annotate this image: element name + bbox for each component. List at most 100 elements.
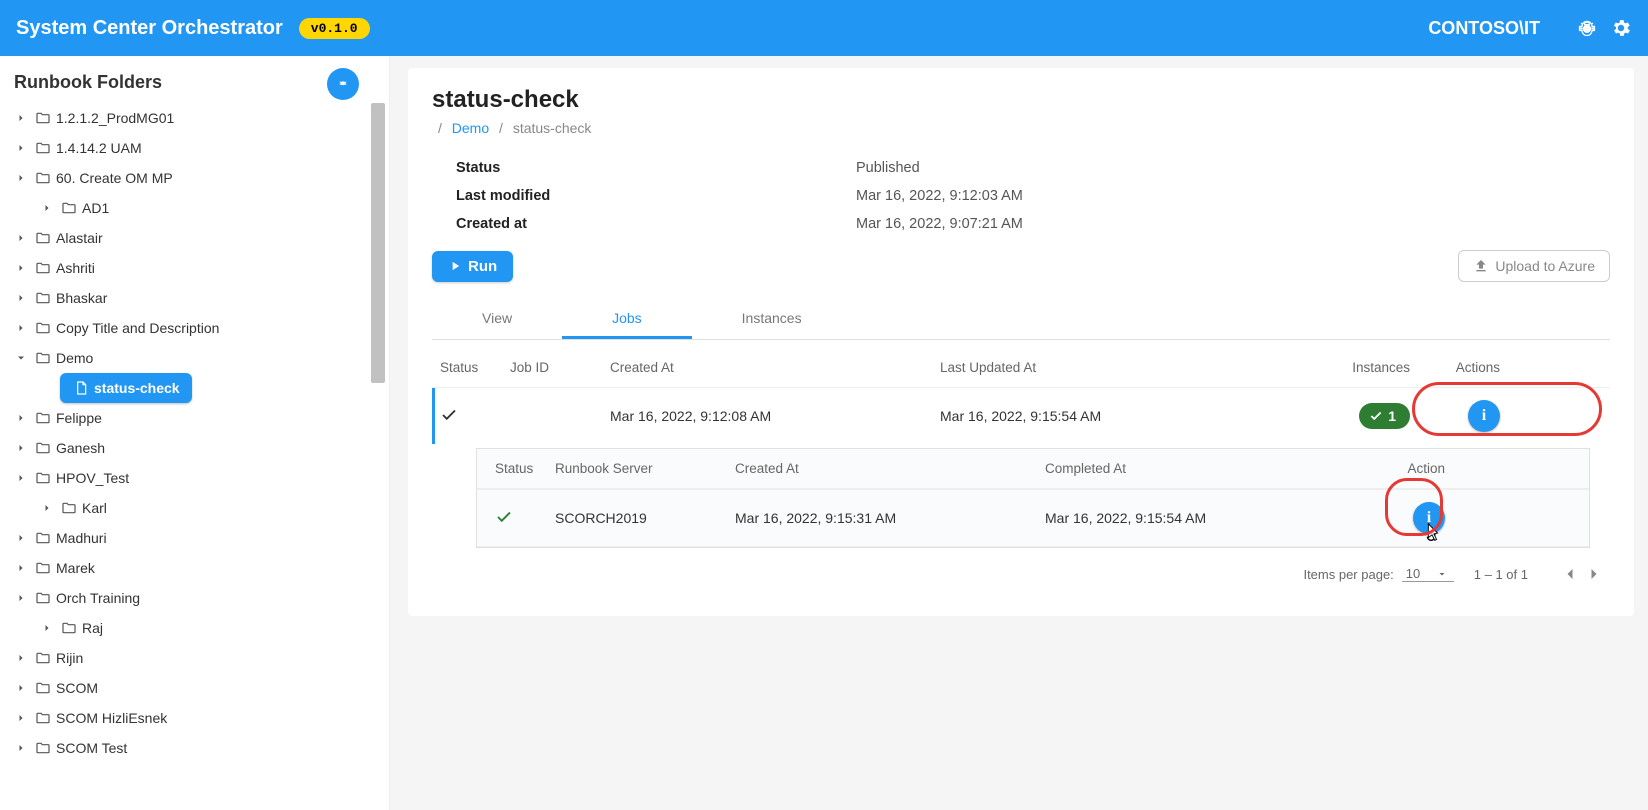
sidebar-item[interactable]: Orch Training [10, 583, 389, 613]
sub-table-row[interactable]: SCORCH2019 Mar 16, 2022, 9:15:31 AM Mar … [477, 489, 1589, 547]
tab-view[interactable]: View [432, 298, 562, 339]
top-bar: System Center Orchestrator v0.1.0 CONTOS… [0, 0, 1648, 56]
sidebar-item[interactable]: SCOM HizliEsnek [10, 703, 389, 733]
folder-icon [34, 739, 52, 757]
sidebar-item[interactable]: AD1 [10, 193, 389, 223]
page-size-select[interactable]: 10 [1402, 566, 1454, 582]
expander-icon[interactable] [12, 529, 30, 547]
expander-icon[interactable] [12, 229, 30, 247]
expander-icon[interactable] [12, 739, 30, 757]
folder-tree: 1.2.1.2_ProdMG011.4.14.2 UAM60. Create O… [10, 103, 389, 763]
checkmark-icon [495, 508, 555, 529]
expander-icon[interactable] [12, 649, 30, 667]
lastmod-value: Mar 16, 2022, 9:12:03 AM [856, 188, 1023, 204]
expander-icon[interactable] [12, 319, 30, 337]
expander-icon[interactable] [12, 109, 30, 127]
sidebar-item[interactable]: SCOM Test [10, 733, 389, 763]
folder-icon [34, 589, 52, 607]
sidebar-item[interactable]: Madhuri [10, 523, 389, 553]
page-title: status-check [432, 86, 1610, 114]
bug-icon[interactable] [1576, 17, 1598, 39]
runbook-properties: StatusPublished Last modifiedMar 16, 202… [456, 154, 1610, 238]
run-button-label: Run [468, 258, 497, 275]
info-button[interactable]: i [1413, 502, 1445, 534]
breadcrumb-parent[interactable]: Demo [452, 120, 489, 136]
folder-icon [34, 349, 52, 367]
upload-azure-button[interactable]: Upload to Azure [1458, 250, 1610, 282]
sidebar-item[interactable]: Alastair [10, 223, 389, 253]
expander-icon[interactable] [12, 559, 30, 577]
col-instances: Instances [1352, 360, 1410, 375]
expander-icon[interactable] [12, 169, 30, 187]
expander-icon[interactable] [12, 589, 30, 607]
tabs: View Jobs Instances [432, 298, 1610, 340]
breadcrumb-current: status-check [513, 120, 592, 136]
folder-icon [60, 199, 78, 217]
col-actions: Actions [1456, 360, 1500, 375]
info-button[interactable]: i [1468, 400, 1500, 432]
created-label: Created at [456, 216, 856, 232]
sidebar-item[interactable]: Bhaskar [10, 283, 389, 313]
next-page-button[interactable] [1584, 564, 1604, 584]
breadcrumb: / Demo / status-check [432, 120, 1610, 136]
prev-page-button[interactable] [1560, 564, 1580, 584]
sidebar-item[interactable]: 1.2.1.2_ProdMG01 [10, 103, 389, 133]
upload-azure-label: Upload to Azure [1495, 258, 1595, 274]
expander-icon[interactable] [12, 679, 30, 697]
sidebar-item-selected[interactable]: status-check [10, 373, 389, 403]
expander-icon[interactable] [12, 409, 30, 427]
expander-icon[interactable] [12, 139, 30, 157]
tab-instances[interactable]: Instances [692, 298, 852, 339]
sidebar-item[interactable]: Raj [10, 613, 389, 643]
folder-icon [34, 229, 52, 247]
sidebar-item[interactable]: 60. Create OM MP [10, 163, 389, 193]
sidebar-item[interactable]: Ashriti [10, 253, 389, 283]
sidebar-item[interactable]: Marek [10, 553, 389, 583]
sidebar-item[interactable]: Demo [10, 343, 389, 373]
expander-icon[interactable] [38, 199, 56, 217]
expander-icon[interactable] [38, 499, 56, 517]
sidebar-item[interactable]: Rijin [10, 643, 389, 673]
gear-icon[interactable] [1610, 17, 1632, 39]
folder-icon [34, 709, 52, 727]
tab-jobs[interactable]: Jobs [562, 298, 692, 339]
sidebar-item[interactable]: SCOM [10, 673, 389, 703]
col-status: Status [440, 360, 510, 375]
table-row[interactable]: Mar 16, 2022, 9:12:08 AM Mar 16, 2022, 9… [432, 387, 1610, 444]
sidebar-item[interactable]: 1.4.14.2 UAM [10, 133, 389, 163]
collapse-sidebar-button[interactable] [327, 68, 359, 100]
sub-col-completed: Completed At [1045, 461, 1355, 476]
expander-icon[interactable] [12, 439, 30, 457]
user-label: CONTOSO\IT [1428, 18, 1540, 39]
sidebar-item[interactable]: Felippe [10, 403, 389, 433]
expander-icon[interactable] [12, 469, 30, 487]
sidebar-item[interactable]: Copy Title and Description [10, 313, 389, 343]
sidebar-scrollbar[interactable] [371, 103, 385, 383]
folder-icon [34, 319, 52, 337]
cell-created: Mar 16, 2022, 9:12:08 AM [610, 408, 940, 424]
run-button[interactable]: Run [432, 251, 513, 282]
created-value: Mar 16, 2022, 9:07:21 AM [856, 216, 1023, 232]
lastmod-label: Last modified [456, 188, 856, 204]
folder-icon [60, 499, 78, 517]
folder-icon [60, 619, 78, 637]
cell-sub-completed: Mar 16, 2022, 9:15:54 AM [1045, 510, 1355, 526]
sidebar-item[interactable]: HPOV_Test [10, 463, 389, 493]
expander-icon[interactable] [12, 289, 30, 307]
version-badge: v0.1.0 [299, 18, 370, 39]
instances-panel: Status Runbook Server Created At Complet… [476, 448, 1590, 548]
expander-icon[interactable] [38, 619, 56, 637]
sidebar-item[interactable]: Ganesh [10, 433, 389, 463]
sidebar-item[interactable]: Karl [10, 493, 389, 523]
checkmark-icon [440, 406, 510, 427]
col-updated: Last Updated At [940, 360, 1280, 375]
folder-icon [34, 649, 52, 667]
expander-icon[interactable] [12, 349, 30, 367]
annotation-highlight [1412, 382, 1602, 436]
expander-icon[interactable] [12, 709, 30, 727]
instances-pill[interactable]: 1 [1359, 403, 1410, 429]
sidebar: Runbook Folders 1.2.1.2_ProdMG011.4.14.2… [0, 56, 390, 810]
expander-icon[interactable] [12, 259, 30, 277]
folder-icon [34, 529, 52, 547]
pager: Items per page: 10 1 – 1 of 1 [432, 552, 1610, 608]
